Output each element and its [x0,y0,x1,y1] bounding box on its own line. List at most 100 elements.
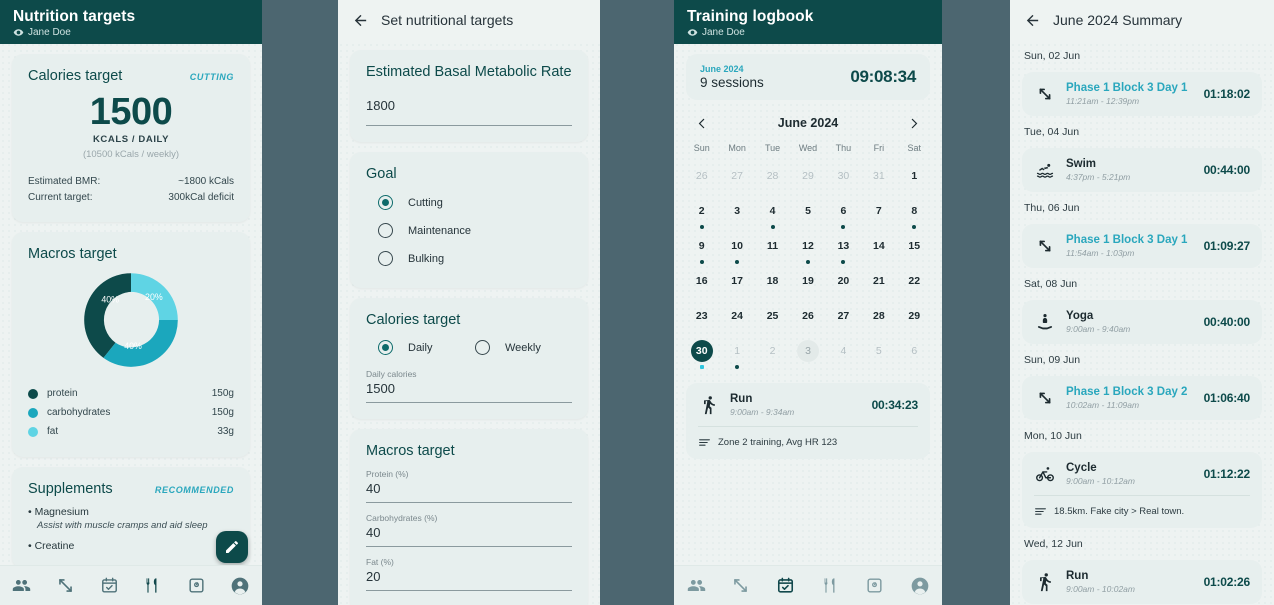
supplements-card-header: Supplements RECOMMENDED [28,481,234,497]
calendar-day-cell[interactable]: 27 [719,163,754,198]
calendar-day-cell[interactable]: 20 [826,268,861,303]
daily-calories-field[interactable]: Daily calories 1500 [366,369,572,403]
back-arrow-icon[interactable] [1024,12,1041,29]
radio-option-daily[interactable]: Daily [378,340,475,355]
calendar-day-cell[interactable]: 15 [897,233,932,268]
supplements-card[interactable]: Supplements RECOMMENDED Magnesium Assist… [12,467,250,568]
list-item: fat 33g [28,422,234,441]
calendar-day-cell[interactable]: 26 [684,163,719,198]
activity-entry-card[interactable]: Yoga 9:00am - 9:40am 00:40:00 [1022,300,1262,344]
calendar-day-cell[interactable]: 24 [719,303,754,338]
macros-target-form-card[interactable]: Macros target Protein (%) 40 Carbohydrat… [350,429,588,605]
goal-card[interactable]: Goal Cutting Maintenance Bulking [350,152,588,288]
supplements-card-title: Supplements [28,481,113,497]
carbohydrates-input[interactable]: 40 [366,525,572,546]
nav-item-weight[interactable] [185,575,207,597]
calendar-day-cell[interactable]: 26 [790,303,825,338]
calendar-day-cell[interactable]: 11 [755,233,790,268]
calendar-day-cell[interactable]: 18 [755,268,790,303]
radio-option-weekly[interactable]: Weekly [475,340,572,355]
calendar-day-cell[interactable]: 9 [684,233,719,268]
calendar-day-cell[interactable]: 5 [861,338,896,373]
activity-entry-card[interactable]: Phase 1 Block 3 Day 1 11:21am - 12:39pm 01… [1022,72,1262,116]
fat-field[interactable]: Fat (%) 20 [366,557,572,591]
activity-entry-card[interactable]: Phase 1 Block 3 Day 1 11:54am - 1:03pm 01:… [1022,224,1262,268]
calendar-day-cell[interactable]: 3 [719,198,754,233]
activity-name[interactable]: Phase 1 Block 3 Day 1 [1066,82,1204,94]
calendar-day-cell[interactable]: 17 [719,268,754,303]
calendar-day-cell[interactable]: 29 [790,163,825,198]
calendar-day-cell[interactable]: 8 [897,198,932,233]
daily-calories-input[interactable]: 1500 [366,381,572,402]
activity-entry-card[interactable]: Swim 4:37pm - 5:21pm 00:44:00 [1022,148,1262,192]
calendar-day-cell[interactable]: 21 [861,268,896,303]
calendar-day-cell[interactable]: 31 [861,163,896,198]
calendar-day-cell[interactable]: 22 [897,268,932,303]
nav-item-measurements[interactable] [730,575,752,597]
calendar-day-cell[interactable]: 30 [684,338,719,373]
protein-field[interactable]: Protein (%) 40 [366,469,572,503]
calendar-day-cell[interactable]: 7 [861,198,896,233]
calendar-day-cell[interactable]: 14 [861,233,896,268]
back-arrow-icon[interactable] [352,12,369,29]
bmr-input[interactable]: 1800 [366,90,572,125]
calendar-day-cell[interactable]: 10 [719,233,754,268]
nav-item-profile[interactable] [909,575,931,597]
radio-option-bulking[interactable]: Bulking [366,251,572,266]
calendar-day-cell[interactable]: 25 [755,303,790,338]
calendar-day-cell[interactable]: 12 [790,233,825,268]
calendar-day-cell[interactable]: 29 [897,303,932,338]
calendar-day-cell[interactable]: 19 [790,268,825,303]
macros-target-card[interactable]: Macros target 40% 40% 20% protein 150g c… [12,232,250,457]
calendar-day-cell[interactable]: 16 [684,268,719,303]
nav-item-weight[interactable] [864,575,886,597]
calendar-day-cell[interactable]: 23 [684,303,719,338]
activity-name[interactable]: Phase 1 Block 3 Day 1 [1066,234,1204,246]
calendar-day-cell[interactable]: 5 [790,198,825,233]
nav-item-nutrition[interactable] [819,575,841,597]
nav-item-clients[interactable] [685,575,707,597]
edit-fab-button[interactable] [216,531,248,563]
calendar-day-cell[interactable]: 2 [755,338,790,373]
calendar-day-cell[interactable]: 28 [861,303,896,338]
calendar-day-cell[interactable]: 1 [719,338,754,373]
radio-option-cutting[interactable]: Cutting [366,195,572,210]
calendar-day-cell[interactable]: 3 [790,338,825,373]
calendar-day-cell[interactable]: 1 [897,163,932,198]
nav-item-training[interactable] [98,575,120,597]
nav-item-training[interactable] [775,575,797,597]
nav-item-nutrition[interactable] [142,575,164,597]
calendar-day-cell[interactable]: 4 [826,338,861,373]
chevron-right-icon[interactable] [907,117,920,130]
activity-entry-card[interactable]: Cycle 9:00am - 10:12am 01:12:22 18.5km. Fak… [1022,452,1262,528]
calendar-day-cell[interactable]: 4 [755,198,790,233]
yoga-icon [1034,311,1056,333]
calendar-day-number: 6 [911,345,918,357]
bmr-field[interactable]: 1800 [366,90,572,126]
carbohydrates-field[interactable]: Carbohydrates (%) 40 [366,513,572,547]
calendar-day-cell[interactable]: 6 [826,198,861,233]
chevron-left-icon[interactable] [696,117,709,130]
calendar-day-cell[interactable]: 13 [826,233,861,268]
activity-name: Run [1066,570,1089,582]
activity-entry-card[interactable]: Run 9:00am - 10:02am 01:02:26 [1022,560,1262,604]
activity-name[interactable]: Phase 1 Block 3 Day 2 [1066,386,1204,398]
calories-target-card[interactable]: Calories target CUTTING 1500 KCALS / DAI… [12,54,250,222]
selected-day-session-card[interactable]: Run 9:00am - 9:34am 00:34:23 Zone 2 trai… [686,383,930,459]
protein-input[interactable]: 40 [366,481,572,502]
radio-option-maintenance[interactable]: Maintenance [366,223,572,238]
bmr-card[interactable]: Estimated Basal Metabolic Rate 1800 [350,50,588,142]
calendar-day-cell[interactable]: 6 [897,338,932,373]
calendar-day-cell[interactable]: 27 [826,303,861,338]
session-time-range: 9:00am - 9:34am [730,407,795,417]
fat-input[interactable]: 20 [366,569,572,590]
nav-item-clients[interactable] [11,575,33,597]
calories-target-form-card[interactable]: Calories target Daily Weekly Daily calor… [350,298,588,419]
calendar-day-cell[interactable]: 2 [684,198,719,233]
calendar-day-cell[interactable]: 30 [826,163,861,198]
activity-entry-card[interactable]: Phase 1 Block 3 Day 2 10:02am - 11:09am 01… [1022,376,1262,420]
calendar-day-cell[interactable]: 28 [755,163,790,198]
month-summary-card[interactable]: June 2024 9 sessions 09:08:34 [686,54,930,100]
nav-item-profile[interactable] [229,575,251,597]
nav-item-measurements[interactable] [54,575,76,597]
